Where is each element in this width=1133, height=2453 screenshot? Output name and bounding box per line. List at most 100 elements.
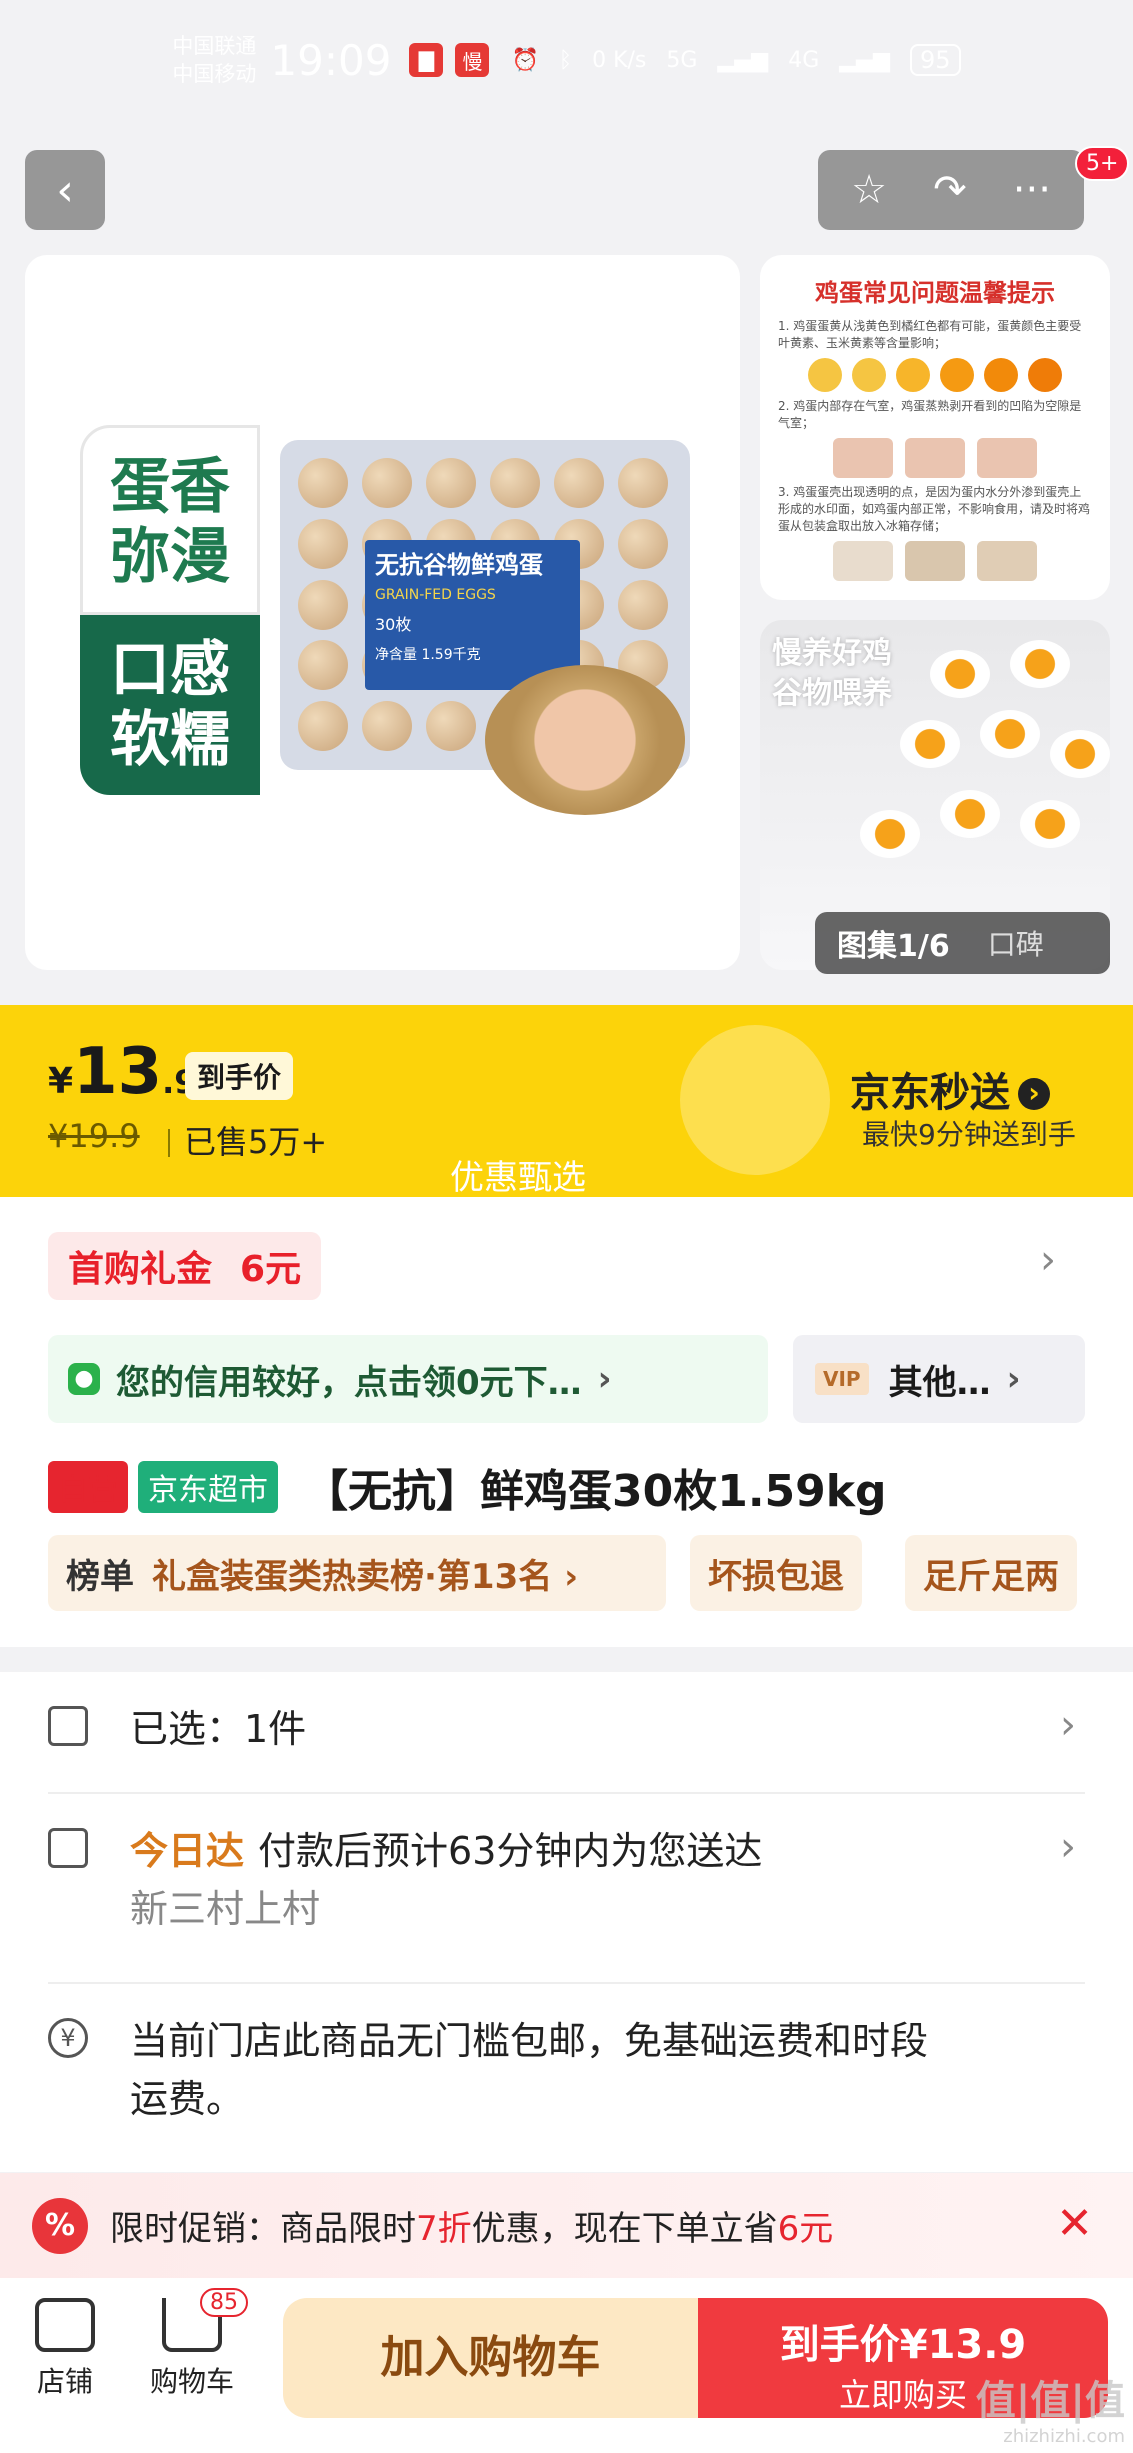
watermark-logo: 值|值|值 [975, 2378, 1125, 2424]
watermark-url: zhizhizhi.com [1003, 2426, 1125, 2447]
price-bar: ¥ 13 .9 到手价 ¥19.9 已售5万+ 京东秒送 最快9分钟送到手 优惠… [0, 1005, 1133, 1198]
alarm-icon: ⏰ [511, 47, 539, 73]
tip-2: 2. 鸡蛋内部存在气室，鸡蛋蒸熟剥开看到的凹陷为空隙是气室； [778, 399, 1082, 430]
signal-bars-icon-2: ▂▄▆ [839, 47, 891, 73]
clock: 19:09 [270, 35, 392, 85]
net-speed-unit: K/s [613, 47, 647, 73]
net-speed-value: 0 [592, 47, 607, 73]
slogan-top: 蛋香 弥漫 [80, 425, 260, 615]
tip-3: 3. 鸡蛋蛋壳出现透明的点，是因为蛋内水分外渗到蛋壳上形成的水印面，如鸡蛋内部正… [778, 485, 1091, 533]
back-button[interactable]: ‹ [25, 150, 105, 230]
carrier-info: 中国联通 中国移动 [172, 32, 256, 88]
rank-text: 礼盒装蛋类热卖榜·第13名 › [152, 1556, 579, 1597]
divider [48, 1792, 1085, 1794]
product-title-line: 自营 京东超市 【无抗】鲜鸡蛋30枚1.59kg [48, 1455, 887, 1519]
delivery-chevron-icon[interactable]: › [1060, 1824, 1076, 1870]
promo-text: 限时促销：商品限时7折优惠，现在下单立省6元 [110, 2201, 833, 2250]
favorite-icon[interactable]: ☆ [851, 167, 887, 213]
promo-save: 6元 [777, 2209, 834, 2249]
close-icon[interactable]: ✕ [1056, 2198, 1093, 2249]
delivery-address: 新三村上村 [130, 1887, 321, 1931]
tab-review[interactable]: 口碑 [972, 923, 1044, 963]
app-notification-icon-2: 慢 [455, 43, 490, 77]
full-weight-text: 足斤足两 [923, 1556, 1059, 1597]
buy-price: 到手价¥13.9 [779, 2322, 1027, 2368]
original-price: ¥19.9 [48, 1117, 140, 1155]
price-currency: ¥ [48, 1061, 74, 1102]
vip-chevron-icon: › [1006, 1359, 1021, 1399]
selected-text: 已选：1件 [130, 1707, 307, 1751]
yolk-color-row [778, 358, 1092, 392]
app-notification-icon: ▇ [409, 43, 444, 77]
store-label: 店铺 [36, 2365, 93, 2398]
side2-title: 慢养好鸡 谷物喂养 [772, 636, 892, 711]
promo-prefix: 限时促销：商品限时 [110, 2209, 416, 2249]
credit-text: 您的信用较好，点击领0元下… [116, 1362, 582, 1403]
product-info-card: 首购礼金 6元 › ● 您的信用较好，点击领0元下… › VIP 其他… › 自营… [0, 1197, 1133, 1647]
bluetooth-icon: ᛒ [558, 47, 573, 73]
store-button[interactable]: 店铺 [35, 2298, 95, 2400]
final-price: ¥ 13 .9 [48, 1035, 197, 1109]
damage-return-pill[interactable]: 坏损包退 [690, 1535, 862, 1611]
message-badge: 5+ [1075, 146, 1130, 181]
credit-chevron-icon: › [597, 1359, 612, 1399]
shipping-text: 当前门店此商品无门槛包邮，免基础运费和时段 运费。 [130, 2019, 929, 2121]
bottom-action-bar: 店铺 购物车 85 加入购物车 到手价¥13.9 立即购买 值|值|值 zhiz… [0, 2278, 1133, 2453]
watermark: 值|值|值 zhizhizhi.com [976, 2368, 1125, 2447]
product-title: 【无抗】鲜鸡蛋30枚1.59kg [304, 1466, 887, 1517]
carrier-2: 中国移动 [172, 62, 257, 86]
store-icon [35, 2298, 95, 2352]
slogan-bottom: 口感 软糯 [80, 615, 260, 795]
rank-pill[interactable]: 榜单 礼盒装蛋类热卖榜·第13名 › [48, 1535, 666, 1611]
air-cell-row [778, 438, 1092, 478]
label-sub: GRAIN-FED EGGS [375, 587, 496, 603]
share-icon[interactable]: ↷ [933, 167, 967, 213]
today-label: 今日达 [130, 1829, 245, 1873]
truck-icon [48, 1828, 88, 1868]
divider [48, 1982, 1085, 1984]
price-integer: 13 [73, 1035, 163, 1109]
detail-card: 已选：1件 › 今日达 付款后预计63分钟内为您送达 新三村上村 › ¥ 当前门店… [0, 1672, 1133, 2172]
product-label: 无抗谷物鲜鸡蛋 GRAIN-FED EGGS 30枚 净含量 1.59千克 [365, 540, 580, 690]
slogan-panel: 蛋香 弥漫 口感 软糯 [80, 425, 260, 795]
vip-text: 其他… [888, 1362, 991, 1403]
credit-banner[interactable]: ● 您的信用较好，点击领0元下… › [48, 1335, 768, 1423]
sold-count: 已售5万+ [168, 1117, 327, 1163]
net-speed: 0 K/s [592, 48, 646, 73]
vip-banner[interactable]: VIP 其他… › [793, 1335, 1085, 1423]
selected-chevron-icon[interactable]: › [1060, 1702, 1076, 1748]
selected-row[interactable]: 已选：1件 [48, 1700, 306, 1758]
damage-return-text: 坏损包退 [708, 1556, 844, 1597]
more-icon[interactable]: ··· [1013, 167, 1051, 213]
percent-icon: % [32, 2197, 88, 2254]
price-tag: 到手价 [185, 1052, 294, 1100]
tag-jd-supermarket[interactable]: 京东超市 [138, 1461, 278, 1513]
rank-label: 榜单 [66, 1556, 134, 1597]
egg-basket-image [485, 665, 685, 815]
jd-fast-sub: 最快9分钟送到手 [862, 1118, 1076, 1151]
gift-chevron-icon[interactable]: › [1040, 1237, 1056, 1283]
add-to-cart-button[interactable]: 加入购物车 [283, 2298, 698, 2418]
shipping-row: ¥ 当前门店此商品无门槛包邮，免基础运费和时段 运费。 [48, 2012, 1050, 2128]
main-product-image[interactable]: 蛋香 弥漫 口感 软糯 无抗谷物鲜鸡蛋 GRAIN-FED EGGS 30枚 净… [25, 255, 740, 970]
battery-level: 95 [910, 44, 961, 76]
signal-bars-icon: ▂▄▆ [717, 47, 769, 73]
first-buy-gift[interactable]: 首购礼金 6元 [48, 1232, 322, 1300]
cart-label: 购物车 [150, 2365, 235, 2398]
full-weight-pill[interactable]: 足斤足两 [905, 1535, 1077, 1611]
gift-value: 6元 [240, 1249, 302, 1290]
tip-1: 1. 鸡蛋蛋黄从浅黄色到橘红色都有可能，蛋黄颜色主要受叶黄素、玉米黄素等含量影响… [778, 319, 1082, 350]
tips-image[interactable]: 鸡蛋常见问题温馨提示 1. 鸡蛋蛋黄从浅黄色到橘红色都有可能，蛋黄颜色主要受叶黄… [760, 255, 1110, 600]
label-count: 30枚 [375, 615, 412, 634]
nav-actions: ☆ ↷ ··· [818, 150, 1084, 230]
jd-fast-delivery[interactable]: 京东秒送 [850, 1060, 1050, 1118]
shell-spot-row [778, 541, 1092, 581]
signal-4g: 4G [788, 47, 820, 73]
promo-middle: 优惠，现在下单立省 [471, 2209, 778, 2249]
vip-icon: VIP [815, 1363, 869, 1395]
gallery-tabs: 图集1/6 口碑 [815, 912, 1110, 974]
promo-bar[interactable]: % 限时促销：商品限时7折优惠，现在下单立省6元 ✕ [0, 2173, 1133, 2278]
shopping-bag-icon: ● [68, 1363, 100, 1395]
delivery-row[interactable]: 今日达 付款后预计63分钟内为您送达 新三村上村 [48, 1822, 762, 1938]
tab-album[interactable]: 图集1/6 [815, 921, 972, 965]
